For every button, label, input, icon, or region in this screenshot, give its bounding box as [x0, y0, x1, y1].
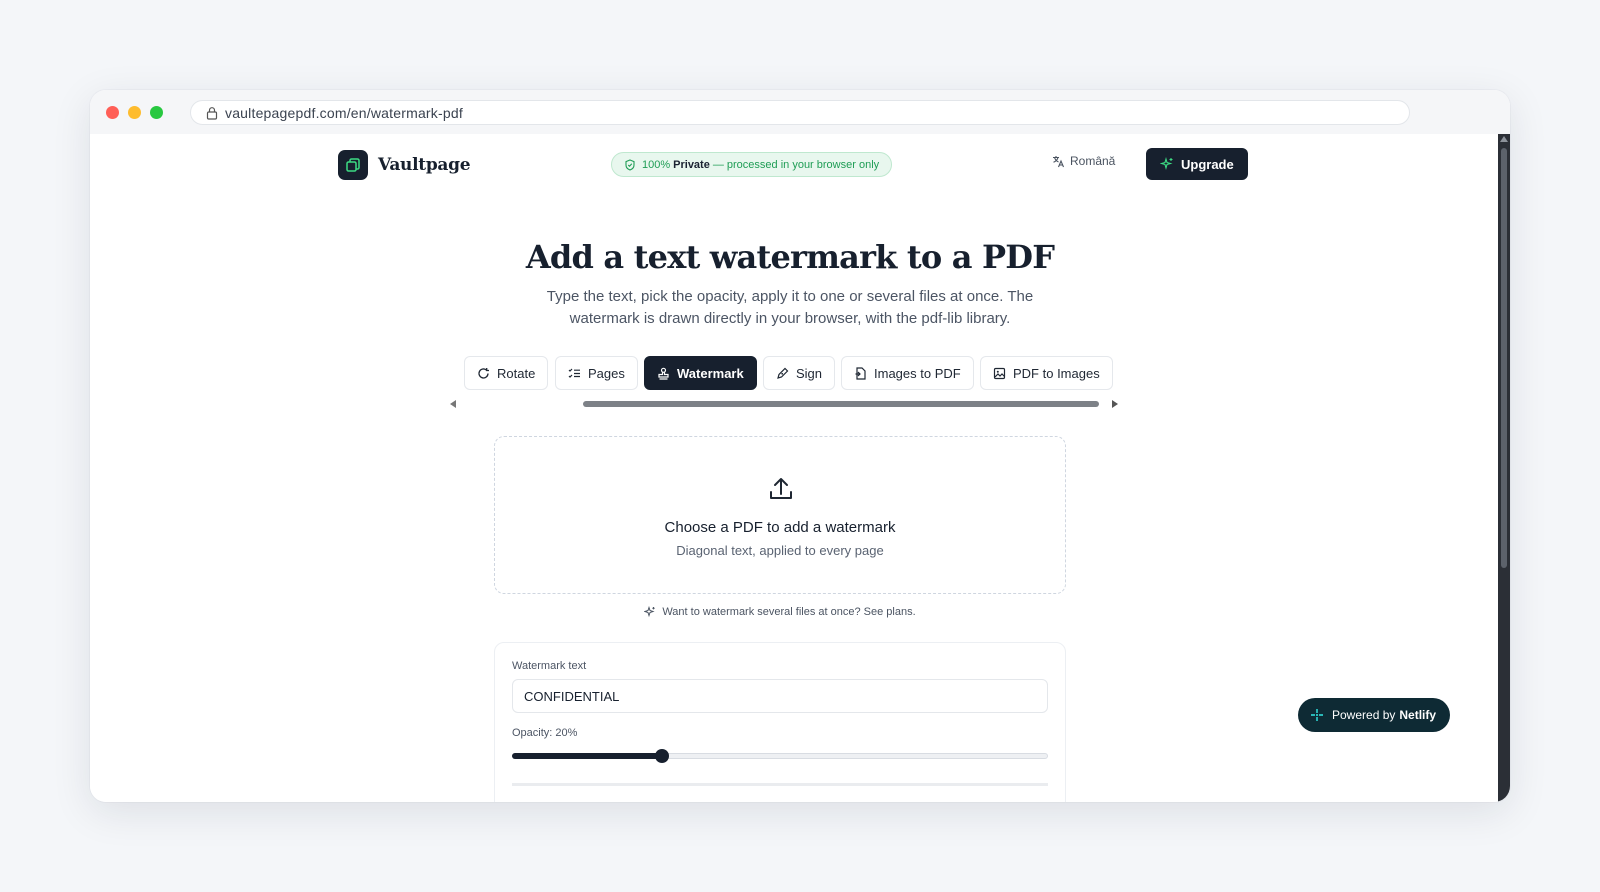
maximize-window-button[interactable] — [150, 106, 163, 119]
tab-label: PDF to Images — [1013, 365, 1100, 381]
rotate-icon — [478, 367, 489, 379]
tab-pdf-to-images[interactable]: PDF to Images — [980, 356, 1113, 390]
stamp-icon — [658, 367, 669, 380]
browser-window: vaultepagepdf.com/en/watermark-pdf Vault… — [90, 90, 1510, 802]
netlify-badge[interactable]: Powered by Netlify — [1298, 698, 1451, 732]
image-icon — [993, 367, 1006, 379]
tabs-scrollbar[interactable] — [450, 398, 1118, 410]
translate-icon — [1053, 155, 1065, 167]
tabs-scroll-thumb[interactable] — [583, 401, 1099, 407]
tab-pages[interactable]: Pages — [555, 356, 638, 390]
scroll-up-icon[interactable] — [1500, 136, 1508, 142]
watermark-settings-card: Watermark text CONFIDENTIAL Opacity: 20% — [494, 642, 1066, 802]
language-label: Română — [1070, 154, 1116, 168]
opacity-slider[interactable] — [512, 749, 1048, 763]
browser-titlebar: vaultepagepdf.com/en/watermark-pdf — [90, 90, 1510, 134]
upgrade-button[interactable]: Upgrade — [1146, 148, 1248, 180]
page-subtitle: Type the text, pick the opacity, apply i… — [546, 288, 1034, 327]
vaultpage-logo-icon — [338, 150, 368, 180]
tab-sign[interactable]: Sign — [763, 356, 836, 390]
tab-label: Rotate — [497, 365, 536, 381]
privacy-rest: — processed in your browser only — [712, 158, 880, 171]
pdf-dropzone[interactable]: Choose a PDF to add a watermark Diagonal… — [494, 436, 1066, 594]
tab-images-to-pdf[interactable]: Images to PDF — [841, 356, 974, 390]
slider-fill — [512, 753, 662, 759]
page-title: Add a text watermark to a PDF — [525, 238, 1055, 276]
pen-icon — [777, 367, 789, 379]
tab-label: Sign — [796, 365, 823, 381]
watermark-text-label: Watermark text — [512, 660, 587, 672]
minimize-window-button[interactable] — [128, 106, 141, 119]
page-content: Vaultpage 100% Private — processed in yo… — [90, 134, 1498, 802]
tool-tabs: Rotate Pages Watermark Sign Images to PD… — [458, 356, 1122, 392]
sparkles-icon — [1160, 157, 1173, 171]
tab-label: Watermark — [677, 365, 744, 381]
privacy-percent: 100% — [642, 158, 671, 171]
netlify-icon — [1311, 709, 1323, 721]
tab-watermark[interactable]: Watermark — [644, 356, 757, 390]
slider-handle[interactable] — [655, 749, 669, 763]
tab-label: Pages — [588, 365, 625, 381]
language-switcher[interactable]: Română — [1052, 154, 1115, 168]
dropzone-subtitle: Diagonal text, applied to every page — [676, 543, 884, 558]
scroll-left-icon[interactable] — [450, 400, 456, 408]
netlify-brand: Netlify — [1399, 708, 1437, 722]
brand-logo[interactable]: Vaultpage — [338, 150, 471, 180]
watermark-text-input[interactable]: CONFIDENTIAL — [512, 679, 1048, 713]
address-bar[interactable]: vaultepagepdf.com/en/watermark-pdf — [190, 100, 1410, 125]
file-image-icon — [855, 366, 866, 380]
page-scrollbar[interactable] — [1498, 134, 1510, 802]
opacity-label: Opacity: 20% — [512, 727, 578, 739]
dropzone-title: Choose a PDF to add a watermark — [664, 519, 896, 536]
help-text-line — [512, 783, 1048, 786]
shield-check-icon — [625, 158, 635, 171]
page-scroll-thumb[interactable] — [1501, 148, 1507, 568]
url-text: vaultepagepdf.com/en/watermark-pdf — [225, 104, 463, 121]
scroll-right-icon[interactable] — [1112, 400, 1118, 408]
netlify-prefix: Powered by — [1332, 708, 1396, 722]
list-icon — [568, 368, 580, 378]
plans-link[interactable]: Want to watermark several files at once?… — [90, 606, 1470, 618]
tab-rotate[interactable]: Rotate — [464, 356, 549, 390]
upgrade-label: Upgrade — [1181, 156, 1234, 172]
plans-text: Want to watermark several files at once?… — [662, 606, 916, 618]
privacy-badge: 100% Private — processed in your browser… — [611, 152, 893, 177]
privacy-strong: Private — [673, 158, 710, 171]
sparkles-icon — [644, 606, 656, 618]
tab-label: Images to PDF — [874, 365, 961, 381]
brand-name: Vaultpage — [378, 155, 471, 175]
lock-icon — [206, 106, 218, 120]
close-window-button[interactable] — [106, 106, 119, 119]
upload-icon — [770, 478, 792, 499]
